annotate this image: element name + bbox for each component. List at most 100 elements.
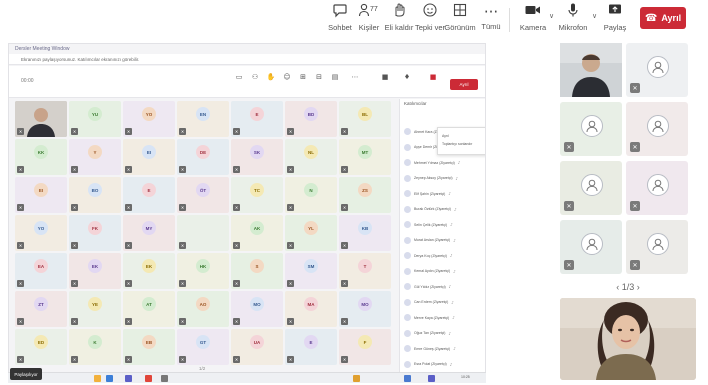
- participant-name: Zeynep Aksoy (Ziyaretçi): [414, 176, 453, 180]
- participant-initials: YO: [142, 107, 156, 121]
- participant-tile: SM ✕: [285, 253, 337, 289]
- muted-mic-icon: ✕: [630, 83, 640, 93]
- muted-mic-icon: ✕: [17, 318, 24, 325]
- react-button[interactable]: Tepki ver: [413, 2, 447, 38]
- muted-mic-icon: ✕: [17, 280, 24, 287]
- muted-mic-icon: ✕: [71, 356, 78, 363]
- muted-mic-icon: ✕: [233, 242, 240, 249]
- meeting-timer: 00:00: [21, 78, 34, 84]
- taskbar-folder-icon: [94, 375, 101, 382]
- raise-hand-button[interactable]: Eli kaldır: [382, 2, 416, 38]
- participant-initials: MO: [358, 297, 372, 311]
- participant-tile: YO ✕: [123, 101, 175, 137]
- gallery-prev-chevron-icon[interactable]: ‹: [616, 282, 619, 292]
- taskbar-tray-icon-2: [428, 375, 435, 382]
- people-icon: ⚇: [251, 73, 259, 81]
- muted-mic-icon: ✕: [179, 128, 186, 135]
- gallery-participant-tile[interactable]: ✕: [626, 102, 688, 156]
- dropdown-item-leave: Ayrıl: [442, 134, 449, 138]
- avatar: [404, 283, 411, 290]
- sharing-notice-bar: Ekranınızı paylaşıyorsunuz. Katılımcılar…: [9, 54, 485, 65]
- muted-mic-icon: ✕: [17, 128, 24, 135]
- muted-mic-icon: ✕: [341, 242, 348, 249]
- share-button[interactable]: Paylaş: [598, 2, 632, 38]
- participant-initials: DE: [196, 145, 210, 159]
- muted-mic-icon: ♪: [448, 191, 451, 196]
- participant-tile: YL ✕: [285, 215, 337, 251]
- participant-initials: N: [304, 183, 318, 197]
- microphone-options-chevron-icon[interactable]: ∨: [592, 12, 597, 20]
- participant-initials: ED: [34, 335, 48, 349]
- shared-raise-button: ✋: [265, 72, 277, 92]
- camera-icon: ■: [381, 73, 389, 81]
- participant-tile: BO ✕: [69, 177, 121, 213]
- participant-tile: HK ✕: [177, 253, 229, 289]
- people-button[interactable]: 77 Kişiler: [352, 2, 386, 38]
- shared-apps-button: ⊟: [313, 72, 325, 92]
- participant-tile: KK ✕: [15, 139, 67, 175]
- gallery-participant-tile[interactable]: ✕: [560, 161, 622, 215]
- grid-page-indicator: 1/2: [199, 366, 206, 371]
- muted-mic-icon: ♪: [453, 346, 456, 351]
- more-button[interactable]: ··· Tümü: [474, 2, 508, 38]
- participant-name: Murat Arslan (Ziyaretçi): [414, 238, 451, 242]
- muted-mic-icon: ✕: [287, 204, 294, 211]
- shared-leave-button: Ayrıl: [450, 79, 478, 90]
- participant-tile: ED ✕: [15, 329, 67, 365]
- muted-mic-icon: ✕: [341, 356, 348, 363]
- gallery-participant-tile[interactable]: ✕: [560, 220, 622, 274]
- avatar: [404, 128, 411, 135]
- muted-mic-icon: ✕: [71, 280, 78, 287]
- gallery-participant-tile[interactable]: [560, 43, 622, 97]
- gallery-next-chevron-icon[interactable]: ›: [637, 282, 640, 292]
- screen-share-badge[interactable]: Paylaşılıyor: [10, 368, 42, 380]
- share-icon: [607, 2, 623, 23]
- person-icon: [581, 233, 603, 255]
- participant-tile: BD ✕: [285, 101, 337, 137]
- leave-button[interactable]: ☎ Ayrıl: [640, 7, 686, 29]
- participant-name: Can Erdem (Ziyaretçi): [414, 300, 449, 304]
- gallery-participant-tile[interactable]: ✕: [560, 102, 622, 156]
- view-button[interactable]: Görünüm: [443, 2, 477, 38]
- microphone-button[interactable]: Mikrofon: [556, 2, 590, 38]
- shared-meeting-toolbar: 00:00 ▭ ⚇ ✋ ☺ ⊞ ⊟ ▤ ⋯ ■ ♦ ■ Ayrıl: [9, 66, 485, 98]
- participant-tile: EK ✕: [69, 253, 121, 289]
- muted-mic-icon: ✕: [233, 128, 240, 135]
- gallery-participant-tile[interactable]: ✕: [626, 220, 688, 274]
- participant-tile: ZS ✕: [339, 177, 391, 213]
- participants-header: Katılımcılar: [404, 101, 427, 106]
- react-icon: ☺: [283, 73, 291, 81]
- gallery-pager[interactable]: ‹ 1/3 ›: [560, 282, 696, 292]
- muted-mic-icon: ♪: [457, 160, 461, 165]
- participant-tile: GT ✕: [177, 329, 229, 365]
- participant-tile: E ✕: [285, 329, 337, 365]
- participant-tile: K ✕: [69, 329, 121, 365]
- muted-mic-icon: ✕: [341, 318, 348, 325]
- muted-mic-icon: ✕: [233, 280, 240, 287]
- gallery-participant-tile[interactable]: ✕: [626, 43, 688, 97]
- avatar: [404, 314, 411, 321]
- participant-tile: MO ✕: [231, 291, 283, 327]
- shared-leave-label: Ayrıl: [459, 82, 469, 87]
- chat-icon: [332, 2, 348, 23]
- muted-mic-icon: ✕: [125, 318, 132, 325]
- muted-mic-icon: ♪: [452, 315, 455, 320]
- share-icon: ■: [429, 73, 437, 81]
- participant-tile: EB ✕: [123, 329, 175, 365]
- muted-mic-icon: ✕: [125, 280, 132, 287]
- avatar: [404, 345, 411, 352]
- camera-button[interactable]: Kamera: [516, 2, 550, 38]
- muted-mic-icon: ✕: [71, 242, 78, 249]
- shared-share-button: ■: [427, 72, 439, 92]
- gallery-participant-tile[interactable]: ✕: [626, 161, 688, 215]
- shared-taskbar: 10:25: [8, 372, 486, 383]
- camera-options-chevron-icon[interactable]: ∨: [549, 12, 554, 20]
- avatar: [404, 298, 411, 306]
- raise-hand-icon: [391, 2, 407, 23]
- camera-label: Kamera: [519, 23, 547, 32]
- shared-more-button: ⋯: [349, 72, 361, 92]
- participant-tile: AT ✕: [123, 291, 175, 327]
- participant-initials: NL: [304, 145, 318, 159]
- raise-hand-icon: ✋: [266, 73, 276, 81]
- participant-initials: EK: [88, 259, 102, 273]
